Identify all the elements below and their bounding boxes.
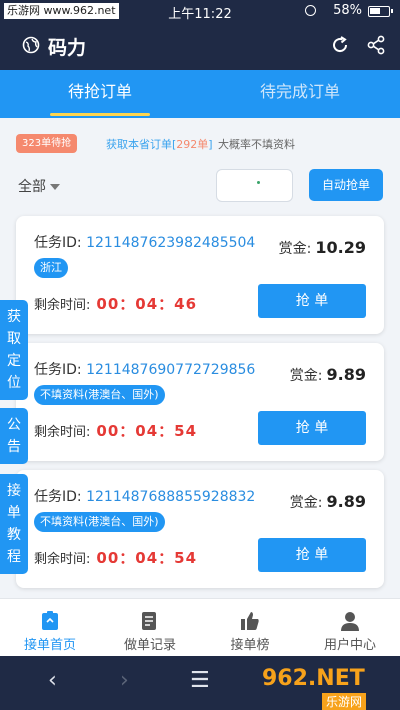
region-filter-select[interactable]: 全部: [18, 176, 60, 196]
fetch-province-orders-link[interactable]: 获取本省订单[292单]: [106, 136, 213, 152]
bounty-label: 赏金:: [278, 241, 312, 257]
task-id-value: 1211487623982485504: [86, 235, 256, 251]
bounty-amount: 9.89: [326, 365, 366, 384]
countdown-timer: 00：04：46: [96, 295, 198, 313]
side-tab-label: 接单教程: [7, 483, 21, 565]
status-bar: 乐游网 www.962.net 上午11:22 58%: [0, 0, 400, 22]
bounty: 赏金: 9.89: [290, 365, 366, 385]
nav-item-user-center[interactable]: 用户中心: [300, 599, 400, 657]
grab-order-button[interactable]: 抢 单: [258, 411, 366, 445]
bounty-amount: 9.89: [326, 492, 366, 511]
task-id-row: 任务ID: 1211487690772729856: [34, 359, 255, 379]
nav-item-leaderboard[interactable]: 接单榜: [200, 599, 300, 657]
order-card: 任务ID: 1211487623982485504 浙江 赏金: 10.29 剩余…: [16, 216, 384, 334]
remaining-time-label: 剩余时间:: [34, 552, 91, 567]
auto-grab-button[interactable]: 自动抢单: [309, 169, 383, 201]
app-header: 码力: [0, 22, 400, 70]
task-id-value: 1211487690772729856: [86, 362, 256, 378]
bounty: 赏金: 10.29: [279, 238, 366, 258]
side-tab-get-location[interactable]: 获取定位: [0, 300, 28, 400]
grab-order-button[interactable]: 抢 单: [258, 284, 366, 318]
pending-count-badge: 323单待抢: [16, 134, 78, 153]
tab-to-complete-orders[interactable]: 待完成订单: [200, 70, 400, 118]
fetch-link-suffix: ]: [208, 138, 213, 151]
chevron-down-icon: [50, 184, 60, 190]
countdown-timer: 00：04：54: [96, 422, 198, 440]
location-status-icon: [305, 5, 316, 16]
side-tab-label: 公告: [7, 417, 21, 455]
watermark-logo: 962.NET 乐游网: [262, 666, 396, 710]
nav-item-records[interactable]: 做单记录: [100, 599, 200, 657]
task-id-label: 任务ID:: [34, 362, 82, 378]
side-tab-label: 获取定位: [7, 309, 21, 391]
share-icon[interactable]: [366, 35, 386, 59]
back-arrow-icon[interactable]: ‹: [48, 668, 57, 693]
countdown-timer: 00：04：54: [96, 549, 198, 567]
side-tab-tutorial[interactable]: 接单教程: [0, 474, 28, 574]
filter-row: 全部 自动抢单: [0, 166, 400, 206]
nav-label: 做单记录: [123, 638, 176, 653]
grab-order-button[interactable]: 抢 单: [258, 538, 366, 572]
side-tab-announcement[interactable]: 公告: [0, 408, 28, 464]
region-tag: 不填资料(港澳台、国外): [34, 385, 165, 405]
watermark-bottom: 乐游网: [322, 693, 367, 710]
fetch-link-prefix: 获取本省订单[: [106, 138, 177, 151]
order-card: 任务ID: 1211487688855928832 不填资料(港澳台、国外) 赏…: [16, 470, 384, 588]
task-id-row: 任务ID: 1211487623982485504: [34, 232, 255, 252]
bounty-label: 赏金:: [289, 368, 323, 384]
menu-icon[interactable]: ☰: [190, 668, 210, 693]
order-tabs: 待抢订单 待完成订单: [0, 70, 400, 118]
forward-arrow-icon[interactable]: ›: [120, 668, 129, 693]
info-row: 323单待抢 获取本省订单[292单] 大概率不填资料: [0, 126, 400, 162]
task-id-label: 任务ID:: [34, 235, 82, 251]
remaining-time: 剩余时间: 00：04：54: [34, 420, 197, 441]
app-title: 码力: [48, 37, 87, 59]
remaining-time: 剩余时间: 00：04：46: [34, 293, 197, 314]
task-id-row: 任务ID: 1211487688855928832: [34, 486, 255, 506]
cursor-dot: [257, 181, 260, 184]
bottom-nav: 接单首页 做单记录 接单榜 用户中心: [0, 598, 400, 656]
filter-select-value: 全部: [18, 179, 46, 195]
battery-percent: 58%: [333, 3, 362, 18]
filter-input[interactable]: [216, 169, 293, 202]
order-card: 任务ID: 1211487690772729856 不填资料(港澳台、国外) 赏…: [16, 343, 384, 461]
thumbs-up-icon: [241, 612, 259, 630]
fetch-link-count: 292单: [176, 138, 209, 151]
battery-icon: [368, 6, 393, 17]
bounty: 赏金: 9.89: [290, 492, 366, 512]
bounty-amount: 10.29: [315, 238, 366, 257]
record-icon: [142, 612, 156, 630]
hint-text: 大概率不填资料: [218, 138, 295, 151]
refresh-icon[interactable]: [330, 35, 350, 59]
nav-label: 用户中心: [323, 638, 376, 653]
remaining-time-label: 剩余时间:: [34, 425, 91, 440]
tab-pending-orders[interactable]: 待抢订单: [0, 70, 200, 118]
region-tag: 不填资料(港澳台、国外): [34, 512, 165, 532]
nav-label: 接单榜: [230, 638, 270, 653]
task-id-value: 1211487688855928832: [86, 489, 256, 505]
home-clipboard-icon: [42, 611, 58, 630]
user-icon: [341, 612, 359, 631]
watermark-top: 962.NET: [262, 666, 365, 691]
bounty-label: 赏金:: [289, 495, 323, 511]
nav-item-home[interactable]: 接单首页: [0, 599, 100, 657]
remaining-time-label: 剩余时间:: [34, 298, 91, 313]
task-id-label: 任务ID:: [34, 489, 82, 505]
globe-icon[interactable]: [22, 36, 40, 58]
remaining-time: 剩余时间: 00：04：54: [34, 547, 197, 568]
nav-label: 接单首页: [23, 638, 76, 653]
region-tag: 浙江: [34, 258, 68, 278]
